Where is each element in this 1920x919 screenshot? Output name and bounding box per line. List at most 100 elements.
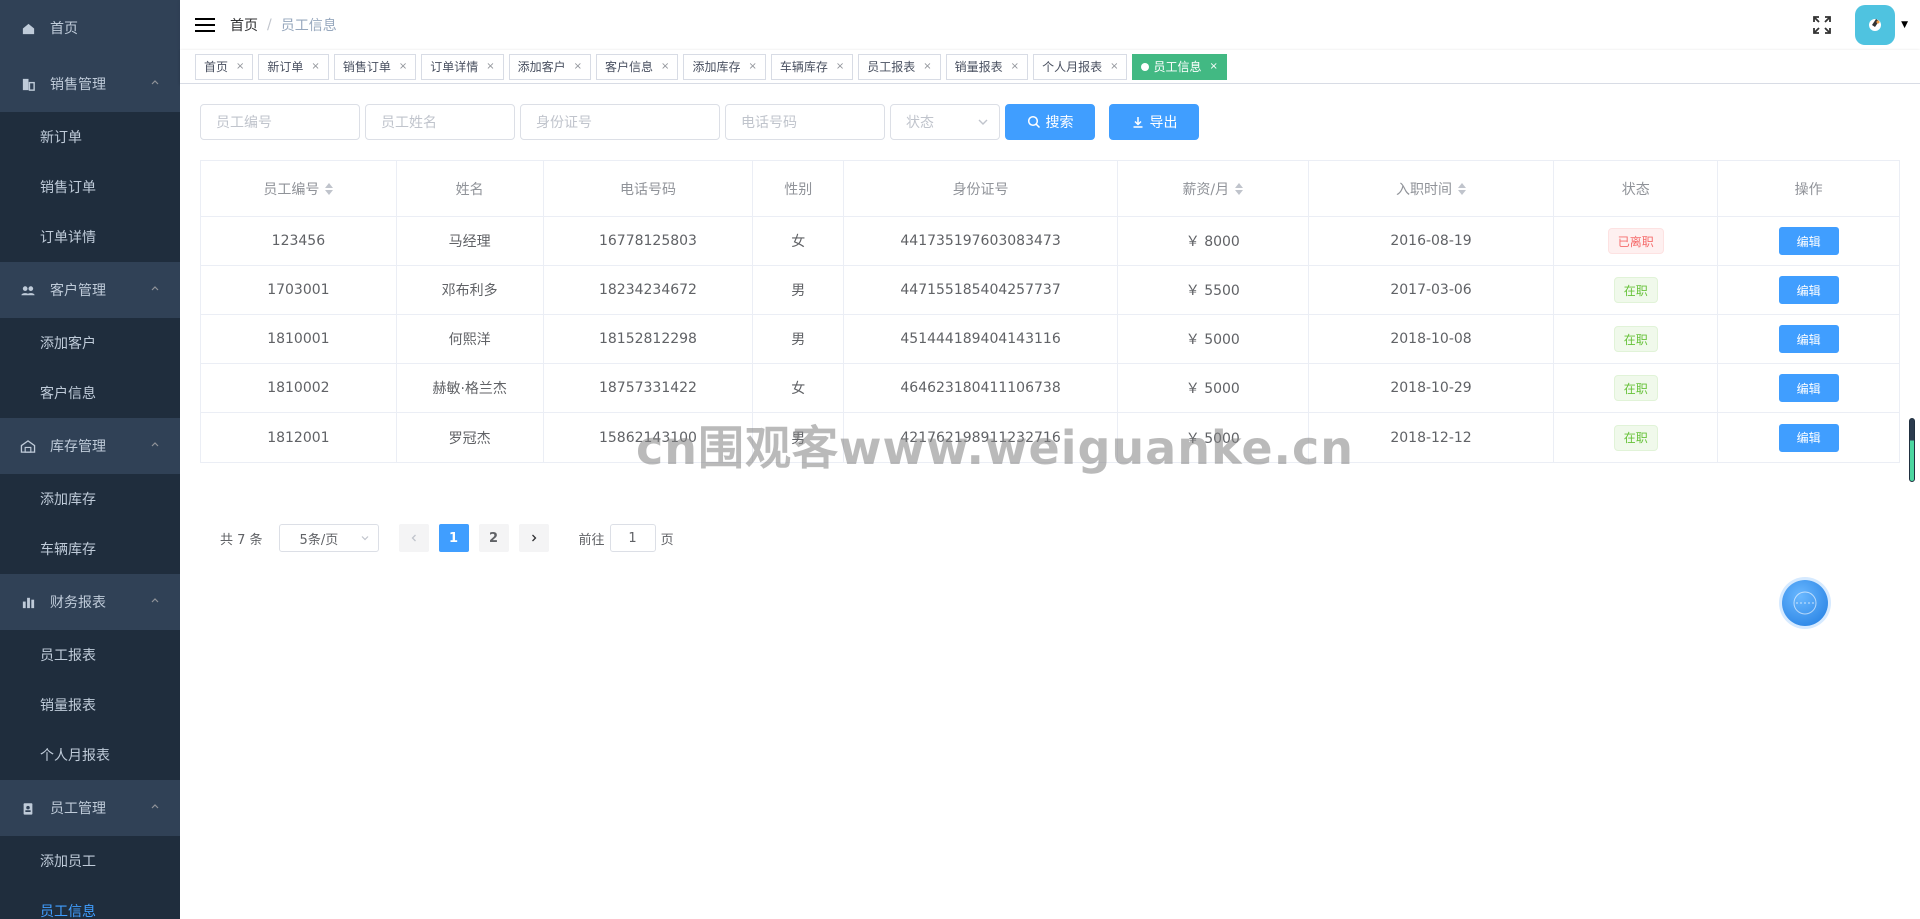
- goto-prefix: 前往: [578, 532, 605, 548]
- sidebar-item[interactable]: 车辆库存: [0, 524, 180, 574]
- tab-tag[interactable]: 首页 ×: [195, 53, 254, 80]
- close-icon[interactable]: ×: [1110, 55, 1118, 79]
- tab-tag-label: 员工信息: [1153, 59, 1202, 74]
- column-header: 身份证号: [844, 161, 1118, 216]
- cell-salary: ￥ 5000: [1118, 315, 1309, 363]
- sort-icon[interactable]: [325, 182, 334, 195]
- cell-salary: ￥ 5000: [1118, 364, 1309, 412]
- sidebar-item[interactable]: 销量报表: [0, 680, 180, 730]
- next-page-button[interactable]: [518, 524, 549, 552]
- close-icon[interactable]: ×: [748, 55, 756, 79]
- employee-number-input[interactable]: 员工编号: [200, 104, 360, 140]
- sort-icon[interactable]: [1458, 182, 1467, 195]
- phone-input[interactable]: 电话号码: [725, 104, 885, 140]
- edit-button[interactable]: 编辑: [1778, 423, 1839, 452]
- tab-tag[interactable]: 车辆库存 ×: [770, 53, 854, 80]
- cell-name: 罗冠杰: [397, 413, 544, 462]
- tab-tag[interactable]: 销售订单 ×: [333, 53, 417, 80]
- close-icon[interactable]: ×: [1011, 55, 1019, 79]
- sidebar-item[interactable]: 客户信息: [0, 368, 180, 418]
- cell-phone: 18234234672: [544, 266, 754, 314]
- page-button-1[interactable]: 1: [438, 524, 469, 552]
- cell-action: 编辑: [1718, 364, 1899, 412]
- tab-tag[interactable]: 客户信息 ×: [596, 53, 679, 80]
- column-header-label: 员工编号: [263, 181, 320, 198]
- export-button[interactable]: 导出: [1109, 104, 1199, 140]
- avatar[interactable]: [1855, 5, 1896, 45]
- close-icon[interactable]: ×: [574, 55, 582, 79]
- tab-tag[interactable]: 新订单 ×: [258, 53, 329, 80]
- column-header: 状态: [1554, 161, 1719, 216]
- sidebar-item[interactable]: 员工信息: [0, 886, 180, 919]
- header-right: ▼: [1807, 0, 1908, 50]
- hamburger-button[interactable]: [180, 0, 230, 50]
- cell-value: 1812001: [267, 429, 330, 446]
- sidebar-item[interactable]: 添加员工: [0, 836, 180, 886]
- sort-icon[interactable]: [1235, 182, 1244, 195]
- close-icon[interactable]: ×: [236, 55, 244, 79]
- cell-status: 在职: [1554, 266, 1719, 314]
- breadcrumb-home[interactable]: 首页: [230, 15, 258, 35]
- sidebar-item[interactable]: 个人月报表: [0, 730, 180, 780]
- close-icon[interactable]: ×: [311, 55, 319, 79]
- column-header[interactable]: 薪资/月: [1118, 161, 1309, 216]
- tab-tag[interactable]: 订单详情 ×: [421, 53, 504, 80]
- sidebar-item[interactable]: 销售订单: [0, 162, 180, 212]
- chevron-left-icon: [411, 534, 416, 542]
- cell-status: 在职: [1554, 364, 1719, 412]
- close-icon[interactable]: ×: [661, 55, 669, 79]
- employee-name-input[interactable]: 员工姓名: [365, 104, 515, 140]
- table-row: 1703001 邓布利多 18234234672 男 44715518540425773…: [201, 266, 1899, 315]
- sidebar-group-label: 财务报表: [50, 595, 106, 611]
- tab-tag-label: 车辆库存: [779, 59, 828, 74]
- chevron-down-icon: [978, 119, 988, 125]
- sidebar-item[interactable]: 订单详情: [0, 212, 180, 262]
- cell-name: 何熙洋: [397, 315, 544, 363]
- tab-tag[interactable]: 销量报表 ×: [945, 53, 1029, 80]
- tab-tag[interactable]: 员工报表 ×: [858, 53, 941, 80]
- floating-assistant-button[interactable]: [1782, 580, 1828, 626]
- page-button-2[interactable]: 2: [478, 524, 509, 552]
- tab-tag[interactable]: 个人月报表 ×: [1033, 53, 1128, 80]
- tab-tag[interactable]: 添加库存 ×: [683, 53, 766, 80]
- column-header-label: 性别: [784, 181, 813, 198]
- sidebar-group-4[interactable]: 员工管理: [0, 780, 180, 836]
- id-card-input[interactable]: 身份证号: [520, 104, 720, 140]
- close-icon[interactable]: ×: [1209, 55, 1217, 79]
- sidebar-group-0[interactable]: 销售管理: [0, 56, 180, 112]
- close-icon[interactable]: ×: [399, 55, 407, 79]
- edit-button[interactable]: 编辑: [1778, 374, 1839, 402]
- cell-idcard: 464623180411106738: [844, 364, 1118, 412]
- prev-page-button[interactable]: [398, 524, 429, 552]
- sidebar-item[interactable]: 员工报表: [0, 630, 180, 680]
- caret-down-icon[interactable]: ▼: [1901, 20, 1908, 30]
- tab-tag-label: 新订单: [267, 59, 304, 74]
- page-size-select[interactable]: 5条/页: [278, 524, 379, 552]
- cell-value: 邓布利多: [441, 283, 498, 299]
- status-select[interactable]: 状态: [890, 104, 1000, 140]
- close-icon[interactable]: ×: [836, 55, 844, 79]
- sidebar-item[interactable]: 添加客户: [0, 318, 180, 368]
- edit-button[interactable]: 编辑: [1778, 276, 1839, 304]
- tab-tag[interactable]: 添加客户 ×: [508, 53, 592, 80]
- sidebar-group-2[interactable]: 库存管理: [0, 418, 180, 474]
- tab-tag[interactable]: 员工信息 ×: [1132, 53, 1227, 80]
- cell-action: 编辑: [1718, 217, 1899, 265]
- edit-button[interactable]: 编辑: [1778, 227, 1839, 255]
- sidebar-item-home[interactable]: 首页: [0, 0, 180, 56]
- sidebar-group-1[interactable]: 客户管理: [0, 262, 180, 318]
- breadcrumb-separator: /: [267, 17, 272, 33]
- column-header[interactable]: 入职时间: [1309, 161, 1555, 216]
- search-button[interactable]: 搜索: [1005, 104, 1095, 140]
- sidebar-group-3[interactable]: 财务报表: [0, 574, 180, 630]
- column-header[interactable]: 员工编号: [201, 161, 397, 216]
- sidebar-item[interactable]: 添加库存: [0, 474, 180, 524]
- edit-button[interactable]: 编辑: [1778, 325, 1839, 353]
- goto-page-input[interactable]: 1: [609, 524, 656, 552]
- fullscreen-button[interactable]: [1807, 10, 1837, 40]
- column-header-label: 入职时间: [1396, 181, 1453, 198]
- close-icon[interactable]: ×: [923, 55, 931, 79]
- sidebar-item[interactable]: 新订单: [0, 112, 180, 162]
- scroll-indicator[interactable]: [1909, 418, 1915, 482]
- close-icon[interactable]: ×: [486, 55, 494, 79]
